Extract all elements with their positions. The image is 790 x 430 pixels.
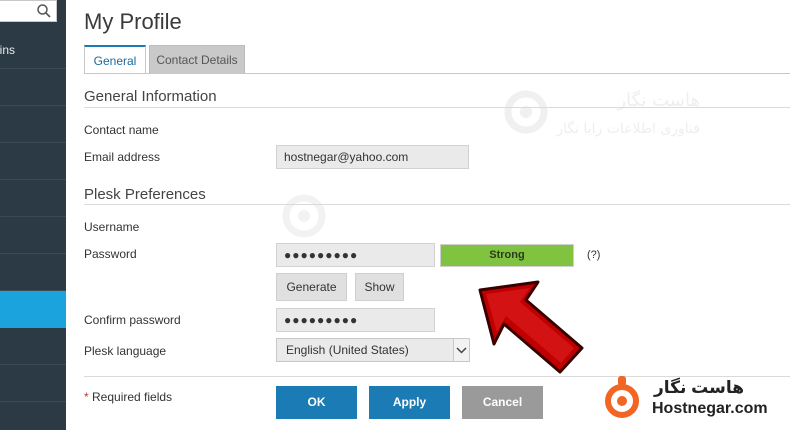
sidebar-item[interactable] — [0, 217, 66, 254]
tab-divider — [84, 73, 790, 74]
plesk-language-label: Plesk language — [84, 344, 167, 358]
sidebar-item[interactable] — [0, 143, 66, 180]
password-strength-indicator: Strong — [440, 244, 574, 267]
apply-button[interactable]: Apply — [369, 386, 450, 419]
hostnegar-logo-icon — [605, 376, 639, 418]
show-button[interactable]: Show — [355, 273, 404, 301]
brand-name-fa: هاست نگار — [654, 378, 745, 397]
sidebar-item[interactable] — [0, 69, 66, 106]
required-star: * — [84, 390, 89, 404]
section-title-general-information: General Information — [84, 88, 217, 105]
email-address-label: Email address — [84, 150, 161, 164]
section-title-plesk-preferences: Plesk Preferences — [84, 186, 206, 203]
password-field[interactable]: ●●●●●●●●● — [276, 243, 435, 267]
chevron-down-icon[interactable] — [453, 339, 469, 361]
sidebar: ains — [0, 0, 66, 430]
sidebar-item-domains[interactable]: ains — [0, 32, 66, 69]
arrow-annotation-icon — [478, 280, 584, 374]
confirm-password-label: Confirm password — [84, 313, 181, 327]
ok-button[interactable]: OK — [276, 386, 357, 419]
svg-text:فناوری اطلاعات رایا نگار: فناوری اطلاعات رایا نگار — [555, 120, 700, 137]
tab-general[interactable]: General — [84, 45, 146, 74]
watermark-logo: هاست نگار فناوری اطلاعات رایا نگار — [504, 89, 700, 137]
sidebar-item[interactable] — [0, 328, 66, 365]
contact-name-label: Contact name — [84, 123, 159, 137]
sidebar-item-active[interactable] — [0, 291, 66, 328]
generate-button[interactable]: Generate — [276, 273, 347, 301]
page-title: My Profile — [84, 9, 182, 34]
help-link[interactable]: (?) — [587, 249, 600, 261]
required-fields-note: * Required fields — [84, 390, 172, 404]
required-fields-text: Required fields — [92, 390, 173, 404]
brand-name-en: Hostnegar.com — [652, 400, 768, 417]
sidebar-item[interactable] — [0, 106, 66, 143]
section-divider — [84, 204, 790, 205]
section-divider — [84, 107, 790, 108]
username-label: Username — [84, 220, 140, 234]
email-field[interactable]: hostnegar@yahoo.com — [276, 145, 469, 169]
sidebar-search-input[interactable] — [0, 0, 57, 22]
sidebar-item-label: ains — [0, 43, 16, 57]
sidebar-item[interactable] — [0, 254, 66, 291]
footer-divider — [84, 376, 790, 377]
sidebar-item[interactable] — [0, 180, 66, 217]
search-icon[interactable] — [36, 3, 52, 19]
language-select[interactable]: English (United States) — [276, 338, 470, 362]
password-label: Password — [84, 247, 137, 261]
sidebar-item[interactable] — [0, 365, 66, 402]
watermark-logo-small — [282, 194, 326, 238]
confirm-password-field[interactable]: ●●●●●●●●● — [276, 308, 435, 332]
cancel-button[interactable]: Cancel — [462, 386, 543, 419]
language-select-value: English (United States) — [286, 343, 409, 357]
tab-contact-details[interactable]: Contact Details — [149, 45, 245, 74]
